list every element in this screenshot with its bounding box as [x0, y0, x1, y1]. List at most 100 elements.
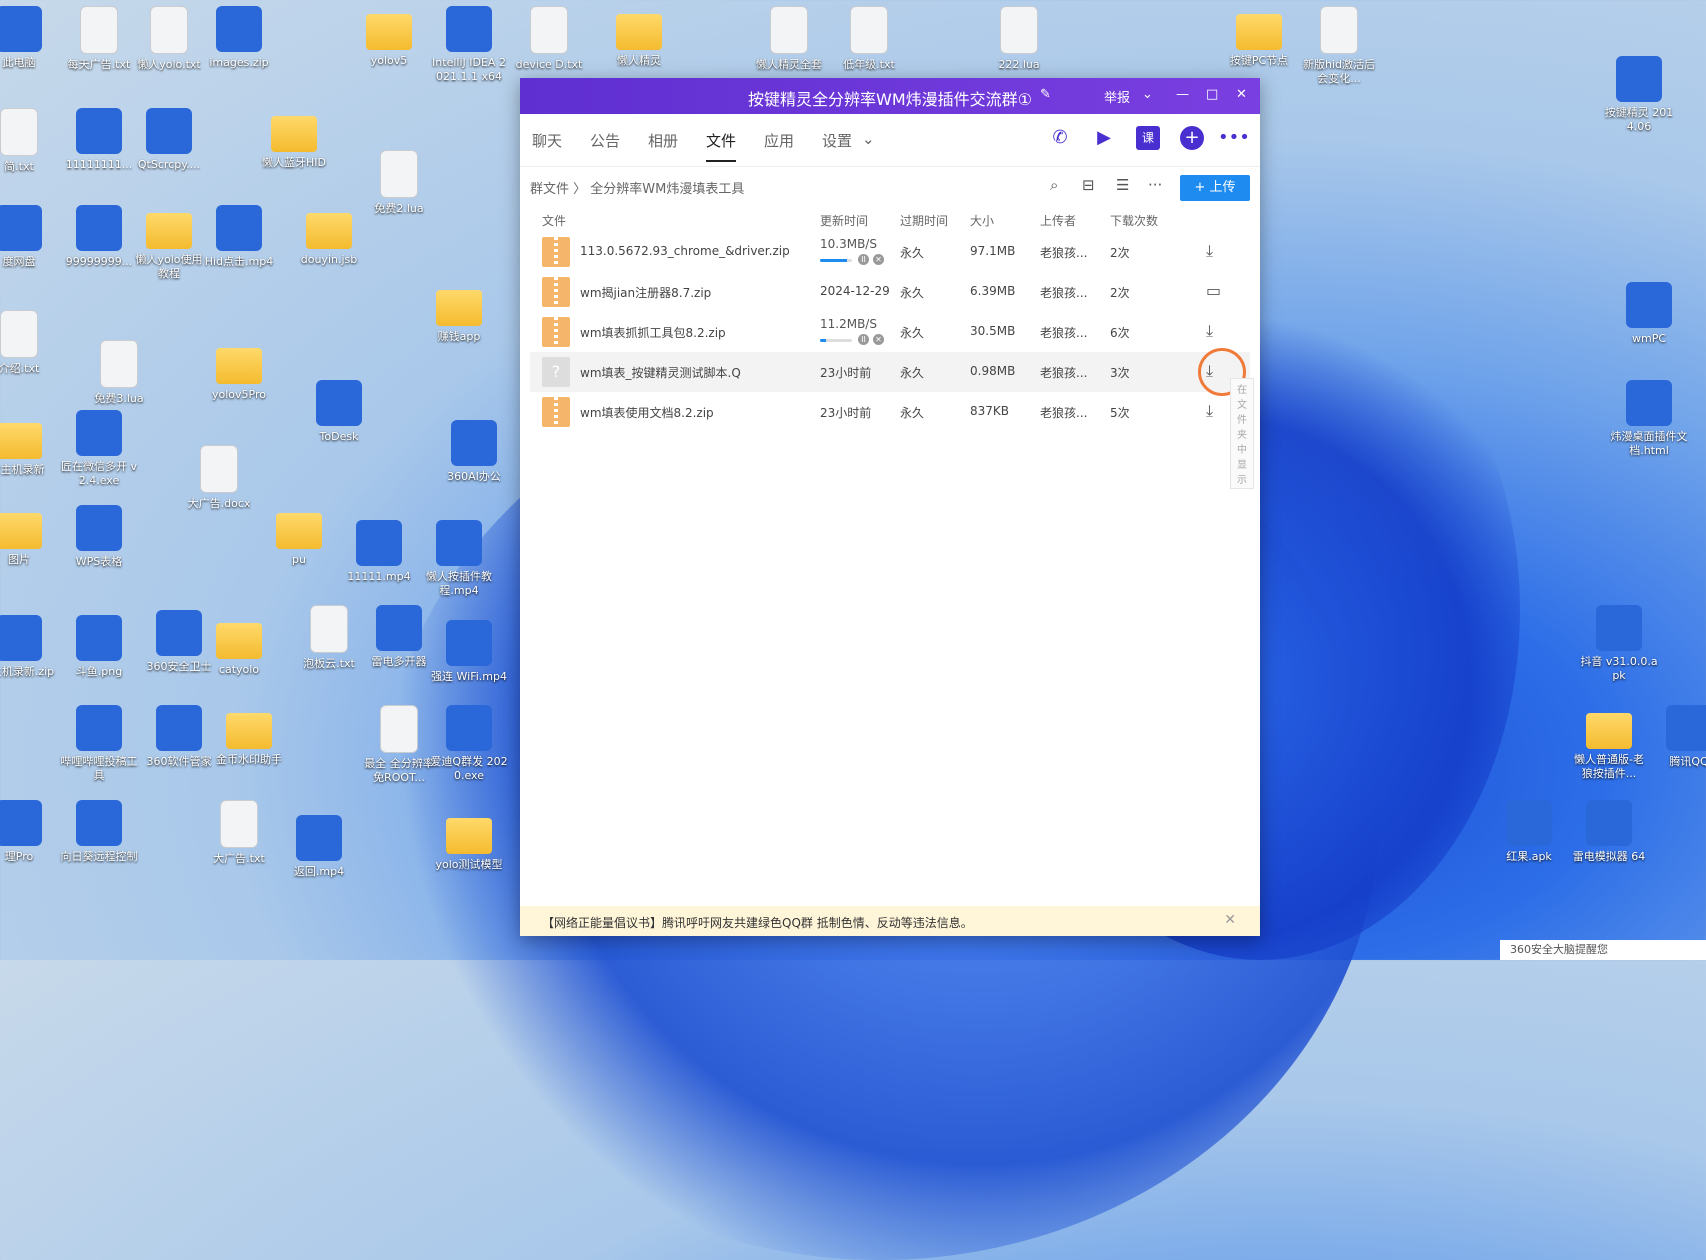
desktop-icon[interactable]: 抖音 v31.0.0.apk [1580, 605, 1658, 683]
desktop-icon[interactable]: 匠在微信多开 v2.4.exe [60, 410, 138, 488]
security-toast[interactable]: 360安全大脑提醒您 [1500, 940, 1706, 960]
desktop-icon[interactable]: QtScrcpy.... [130, 108, 208, 172]
maximize-icon[interactable]: □ [1206, 87, 1218, 102]
column-header-downloads[interactable]: 下载次数 [1110, 212, 1158, 229]
desktop-icon[interactable]: yolo测试模型 [430, 810, 508, 872]
desktop-icon[interactable]: 11111.mp4 [340, 520, 418, 584]
table-row[interactable]: wm填表抓抓工具包8.2.zip 11.2MB/S II ✕ 永久 30.5MB 老狼孩..… [530, 312, 1250, 352]
cancel-download-icon[interactable]: ✕ [873, 254, 884, 265]
cancel-download-icon[interactable]: ✕ [873, 334, 884, 345]
desktop-icon[interactable]: 强连 WiFi.mp4 [430, 620, 508, 684]
table-row[interactable]: wm填表使用文档8.2.zip 23小时前 永久 837KB 老狼孩... 5次 ⤓ [530, 392, 1250, 432]
class-icon[interactable]: 课 [1136, 126, 1160, 150]
download-icon[interactable]: ⤓ [1206, 241, 1213, 261]
breadcrumb-root[interactable]: 群文件 [530, 182, 569, 197]
desktop-icon[interactable]: 图片 [0, 505, 58, 567]
desktop-icon[interactable]: 雷电多开器 [360, 605, 438, 669]
folder-icon[interactable]: ▭ [1206, 281, 1221, 300]
desktop-icon[interactable]: 最全 全分辨率免ROOT... [360, 705, 438, 785]
desktop-icon[interactable]: 理Pro [0, 800, 58, 864]
file-name[interactable]: wm填表使用文档8.2.zip [580, 404, 714, 421]
column-header-updated[interactable]: 更新时间 [820, 212, 868, 229]
desktop-icon[interactable]: 向日葵远程控制 [60, 800, 138, 864]
desktop-icon[interactable]: wmPC [1610, 282, 1688, 346]
desktop-icon[interactable]: 泡板云.txt [290, 605, 368, 671]
video-call-icon[interactable]: ▶ [1092, 126, 1116, 150]
desktop-icon[interactable]: pu [260, 505, 338, 567]
desktop-icon[interactable]: catyolo [200, 615, 278, 677]
settings-chevron-icon[interactable]: ⌄ [862, 130, 875, 148]
table-row[interactable]: 113.0.5672.93_chrome_&driver.zip 10.3MB/S… [530, 232, 1250, 272]
desktop-icon[interactable]: yolov5Pro [200, 340, 278, 402]
column-header-uploader[interactable]: 上传者 [1040, 212, 1076, 229]
pause-icon[interactable]: II [858, 334, 869, 345]
desktop-icon[interactable]: 懒人按插件教程.mp4 [420, 520, 498, 598]
search-icon[interactable]: ⌕ [1050, 176, 1058, 194]
desktop-icon[interactable]: images.zip [200, 6, 278, 70]
desktop-icon[interactable]: 哔哩哔哩投稿工具 [60, 705, 138, 783]
desktop-icon[interactable]: 大广告.docx [180, 445, 258, 511]
more-icon[interactable]: ••• [1218, 126, 1250, 150]
add-icon[interactable]: + [1180, 126, 1204, 150]
desktop-icon[interactable]: douyin.jsb [290, 205, 368, 267]
desktop-icon[interactable]: 炜漫桌面插件文档.html [1610, 380, 1688, 458]
desktop-icon[interactable]: 返回.mp4 [280, 815, 358, 879]
desktop-icon[interactable]: 金币水印助手 [210, 705, 288, 767]
desktop-icon[interactable]: 懒人普通版-老狼按插件... [1570, 705, 1648, 781]
close-icon[interactable]: ✕ [1236, 87, 1247, 102]
inbox-icon[interactable]: ⊟ [1082, 176, 1095, 194]
download-icon[interactable]: ⤓ [1206, 401, 1213, 421]
desktop-icon[interactable]: 按键PC节点 [1220, 6, 1298, 68]
edit-title-icon[interactable]: ✎ [1040, 87, 1051, 102]
pause-icon[interactable]: II [858, 254, 869, 265]
minimize-icon[interactable]: — [1176, 87, 1189, 102]
desktop-icon[interactable]: 腾讯QQ [1650, 705, 1706, 769]
column-header-file[interactable]: 文件 [542, 212, 566, 229]
desktop-icon[interactable]: 按键精灵 2014.06 [1600, 56, 1678, 134]
desktop-icon[interactable]: 2主机录新.zip [0, 615, 58, 679]
column-header-expires[interactable]: 过期时间 [900, 212, 948, 229]
desktop-icon[interactable]: 99999999... [60, 205, 138, 269]
download-icon[interactable]: ⤓ [1206, 321, 1213, 341]
desktop-icon[interactable]: 介绍.txt [0, 310, 58, 376]
desktop-icon[interactable]: Hid点击.mp4 [200, 205, 278, 269]
desktop-icon[interactable]: WPS表格 [60, 505, 138, 569]
file-name[interactable]: wm填表_按键精灵测试脚本.Q [580, 364, 741, 381]
desktop-icon[interactable]: 懒人yolo使用教程 [130, 205, 208, 281]
desktop-icon[interactable]: 简.txt [0, 108, 58, 174]
desktop-icon[interactable]: 懒人精灵 [600, 6, 678, 68]
desktop-icon[interactable]: 11111111... [60, 108, 138, 172]
upload-button[interactable]: + 上传 [1180, 175, 1250, 201]
desktop-icon[interactable]: 红果.apk [1490, 800, 1568, 864]
desktop-icon[interactable]: device D.txt [510, 6, 588, 72]
desktop-icon[interactable]: 2主机录新 [0, 415, 58, 477]
desktop-icon[interactable]: 雷电模拟器 64 [1570, 800, 1648, 864]
window-titlebar[interactable]: 按键精灵全分辨率WM炜漫插件交流群① ✎ 举报 ⌄ — □ ✕ [520, 78, 1260, 114]
tab-settings[interactable]: 设置 [822, 130, 852, 151]
desktop-icon[interactable]: 大广告.txt [200, 800, 278, 866]
desktop-icon[interactable]: 度网盘 [0, 205, 58, 269]
chevron-down-icon[interactable]: ⌄ [1142, 87, 1153, 102]
desktop-icon[interactable]: 此电脑 [0, 6, 58, 70]
desktop-icon[interactable]: 赚钱app [420, 282, 498, 344]
desktop-icon[interactable]: 懒人蓝牙HID [255, 108, 333, 170]
desktop-icon[interactable]: 360AI办公 [435, 420, 513, 484]
file-name[interactable]: wm填表抓抓工具包8.2.zip [580, 324, 726, 341]
notice-close-icon[interactable]: ✕ [1224, 912, 1236, 928]
file-name[interactable]: wm揭jian注册器8.7.zip [580, 284, 711, 301]
desktop-icon[interactable]: 低年级.txt [830, 6, 908, 72]
table-row[interactable]: wm揭jian注册器8.7.zip 2024-12-29 永久 6.39MB 老狼孩..… [530, 272, 1250, 312]
desktop-icon[interactable]: 斗鱼.png [60, 615, 138, 679]
desktop-icon[interactable]: 懒人精灵全套 [750, 6, 828, 72]
column-header-size[interactable]: 大小 [970, 212, 994, 229]
tab-chat[interactable]: 聊天 [532, 130, 562, 151]
tab-apps[interactable]: 应用 [764, 130, 794, 151]
tab-announcement[interactable]: 公告 [590, 130, 620, 151]
desktop-icon[interactable]: 222.lua [980, 6, 1058, 72]
list-view-icon[interactable]: ☰ [1116, 176, 1129, 194]
desktop-icon[interactable]: 爱迪Q群发 2020.exe [430, 705, 508, 783]
desktop-icon[interactable]: ToDesk [300, 380, 378, 444]
voice-call-icon[interactable]: ✆ [1048, 126, 1072, 150]
report-link[interactable]: 举报 [1104, 87, 1130, 106]
tab-files[interactable]: 文件 [706, 130, 737, 162]
